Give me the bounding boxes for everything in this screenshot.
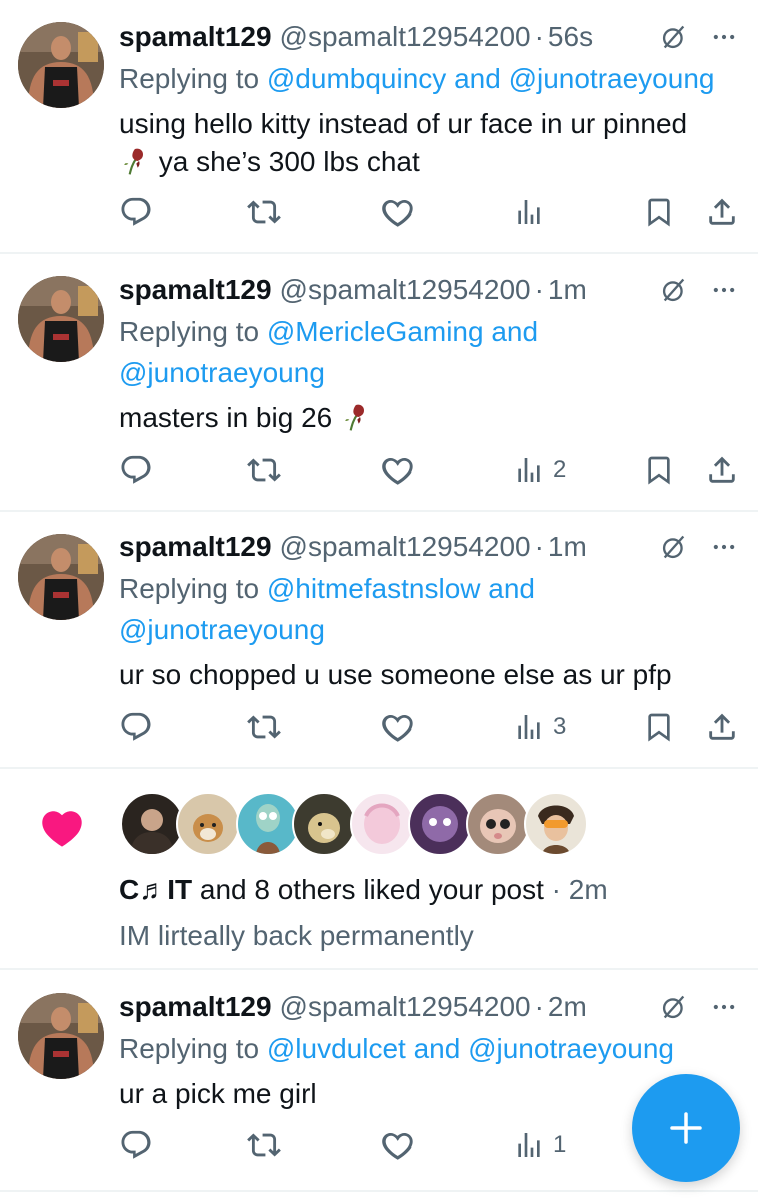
like-icon[interactable]	[381, 195, 415, 229]
mention-link[interactable]: @junotraeyoung	[119, 352, 738, 393]
reply-icon[interactable]	[119, 1128, 153, 1162]
like-icon[interactable]	[381, 710, 415, 744]
wilted-rose-icon	[340, 401, 372, 433]
bookmark-icon[interactable]	[643, 196, 675, 228]
author-name[interactable]: spamalt129	[119, 991, 272, 1022]
liker-avatar[interactable]	[466, 792, 530, 856]
avatar[interactable]	[18, 993, 104, 1079]
mention-link[interactable]: @hitmefastnslow and	[267, 573, 535, 604]
bookmark-icon[interactable]	[643, 454, 675, 486]
replying-to: Replying to @luvdulcet and @junotraeyoun…	[119, 1033, 674, 1064]
grok-icon[interactable]	[660, 533, 688, 561]
mention-link[interactable]: @MericleGaming and	[267, 316, 538, 347]
views-icon[interactable]	[513, 454, 545, 486]
mention-link[interactable]: @luvdulcet and @junotraeyoung	[267, 1033, 674, 1064]
replying-to: Replying to @dumbquincy and @junotraeyou…	[119, 63, 715, 94]
author-handle: @spamalt12954200 · 1m	[279, 531, 587, 562]
retweet-icon[interactable]	[247, 710, 281, 744]
liker-avatar[interactable]	[176, 792, 240, 856]
liker-avatar[interactable]	[120, 792, 184, 856]
more-icon[interactable]	[710, 23, 738, 51]
compose-plus-icon	[670, 1112, 702, 1144]
more-icon[interactable]	[710, 533, 738, 561]
views-icon[interactable]	[513, 711, 545, 743]
wilted-rose-icon	[119, 145, 151, 177]
retweet-icon[interactable]	[247, 1128, 281, 1162]
grok-icon[interactable]	[660, 23, 688, 51]
author-handle: @spamalt12954200 · 1m	[279, 274, 587, 305]
reply-icon[interactable]	[119, 453, 153, 487]
liker-name[interactable]: C♬IT	[119, 874, 192, 905]
like-icon[interactable]	[381, 453, 415, 487]
more-icon[interactable]	[710, 993, 738, 1021]
reply-icon[interactable]	[119, 195, 153, 229]
bookmark-icon[interactable]	[643, 711, 675, 743]
liker-avatar[interactable]	[350, 792, 414, 856]
notification-text: C♬IT and 8 others liked your post · 2m	[119, 874, 608, 905]
avatar[interactable]	[18, 534, 104, 620]
avatar[interactable]	[18, 276, 104, 362]
liker-avatar[interactable]	[292, 792, 356, 856]
share-icon[interactable]	[705, 710, 739, 744]
replying-to: Replying to @MericleGaming and @junotrae…	[119, 311, 738, 393]
retweet-icon[interactable]	[247, 453, 281, 487]
tweet-text: ur so chopped u use someone else as ur p…	[119, 659, 672, 690]
more-icon[interactable]	[710, 276, 738, 304]
author-name[interactable]: spamalt129	[119, 274, 272, 305]
tweet-2[interactable]: spamalt129 @spamalt12954200 · 1m Replying t…	[0, 254, 758, 512]
tweet-1[interactable]: spamalt129 @spamalt12954200 · 56s Replying …	[0, 0, 758, 254]
avatar[interactable]	[18, 22, 104, 108]
views-count: 2	[553, 456, 567, 483]
replying-to: Replying to @hitmefastnslow and @junotra…	[119, 568, 738, 650]
like-notification[interactable]: C♬IT and 8 others liked your post · 2m I…	[0, 769, 758, 970]
retweet-icon[interactable]	[247, 195, 281, 229]
share-icon[interactable]	[705, 453, 739, 487]
heart-filled-icon	[42, 811, 82, 847]
views-icon[interactable]	[513, 196, 545, 228]
share-icon[interactable]	[705, 195, 739, 229]
author-name[interactable]: spamalt129	[119, 531, 272, 562]
tweet-text: masters in big 26	[119, 399, 738, 437]
liker-avatar[interactable]	[524, 792, 588, 856]
mention-link[interactable]: @junotraeyoung	[119, 609, 738, 650]
views-icon[interactable]	[513, 1129, 545, 1161]
mention-link[interactable]: @dumbquincy and @junotraeyoung	[267, 63, 715, 94]
author-handle: @spamalt12954200 · 56s	[279, 21, 594, 52]
author-name[interactable]: spamalt129	[119, 21, 272, 52]
reply-icon[interactable]	[119, 710, 153, 744]
liked-post-text[interactable]: IM lirteally back permanently	[119, 915, 474, 957]
liker-avatar[interactable]	[236, 792, 300, 856]
grok-icon[interactable]	[660, 993, 688, 1021]
grok-icon[interactable]	[660, 276, 688, 304]
like-icon[interactable]	[381, 1128, 415, 1162]
liker-avatar[interactable]	[408, 792, 472, 856]
author-handle: @spamalt12954200 · 2m	[279, 991, 587, 1022]
tweet-3[interactable]: spamalt129 @spamalt12954200 · 1m Replying t…	[0, 512, 758, 769]
compose-button[interactable]	[632, 1074, 740, 1182]
views-count: 1	[553, 1131, 567, 1158]
views-count: 3	[553, 713, 567, 740]
tweet-text: using hello kitty instead of ur face in …	[119, 108, 688, 177]
